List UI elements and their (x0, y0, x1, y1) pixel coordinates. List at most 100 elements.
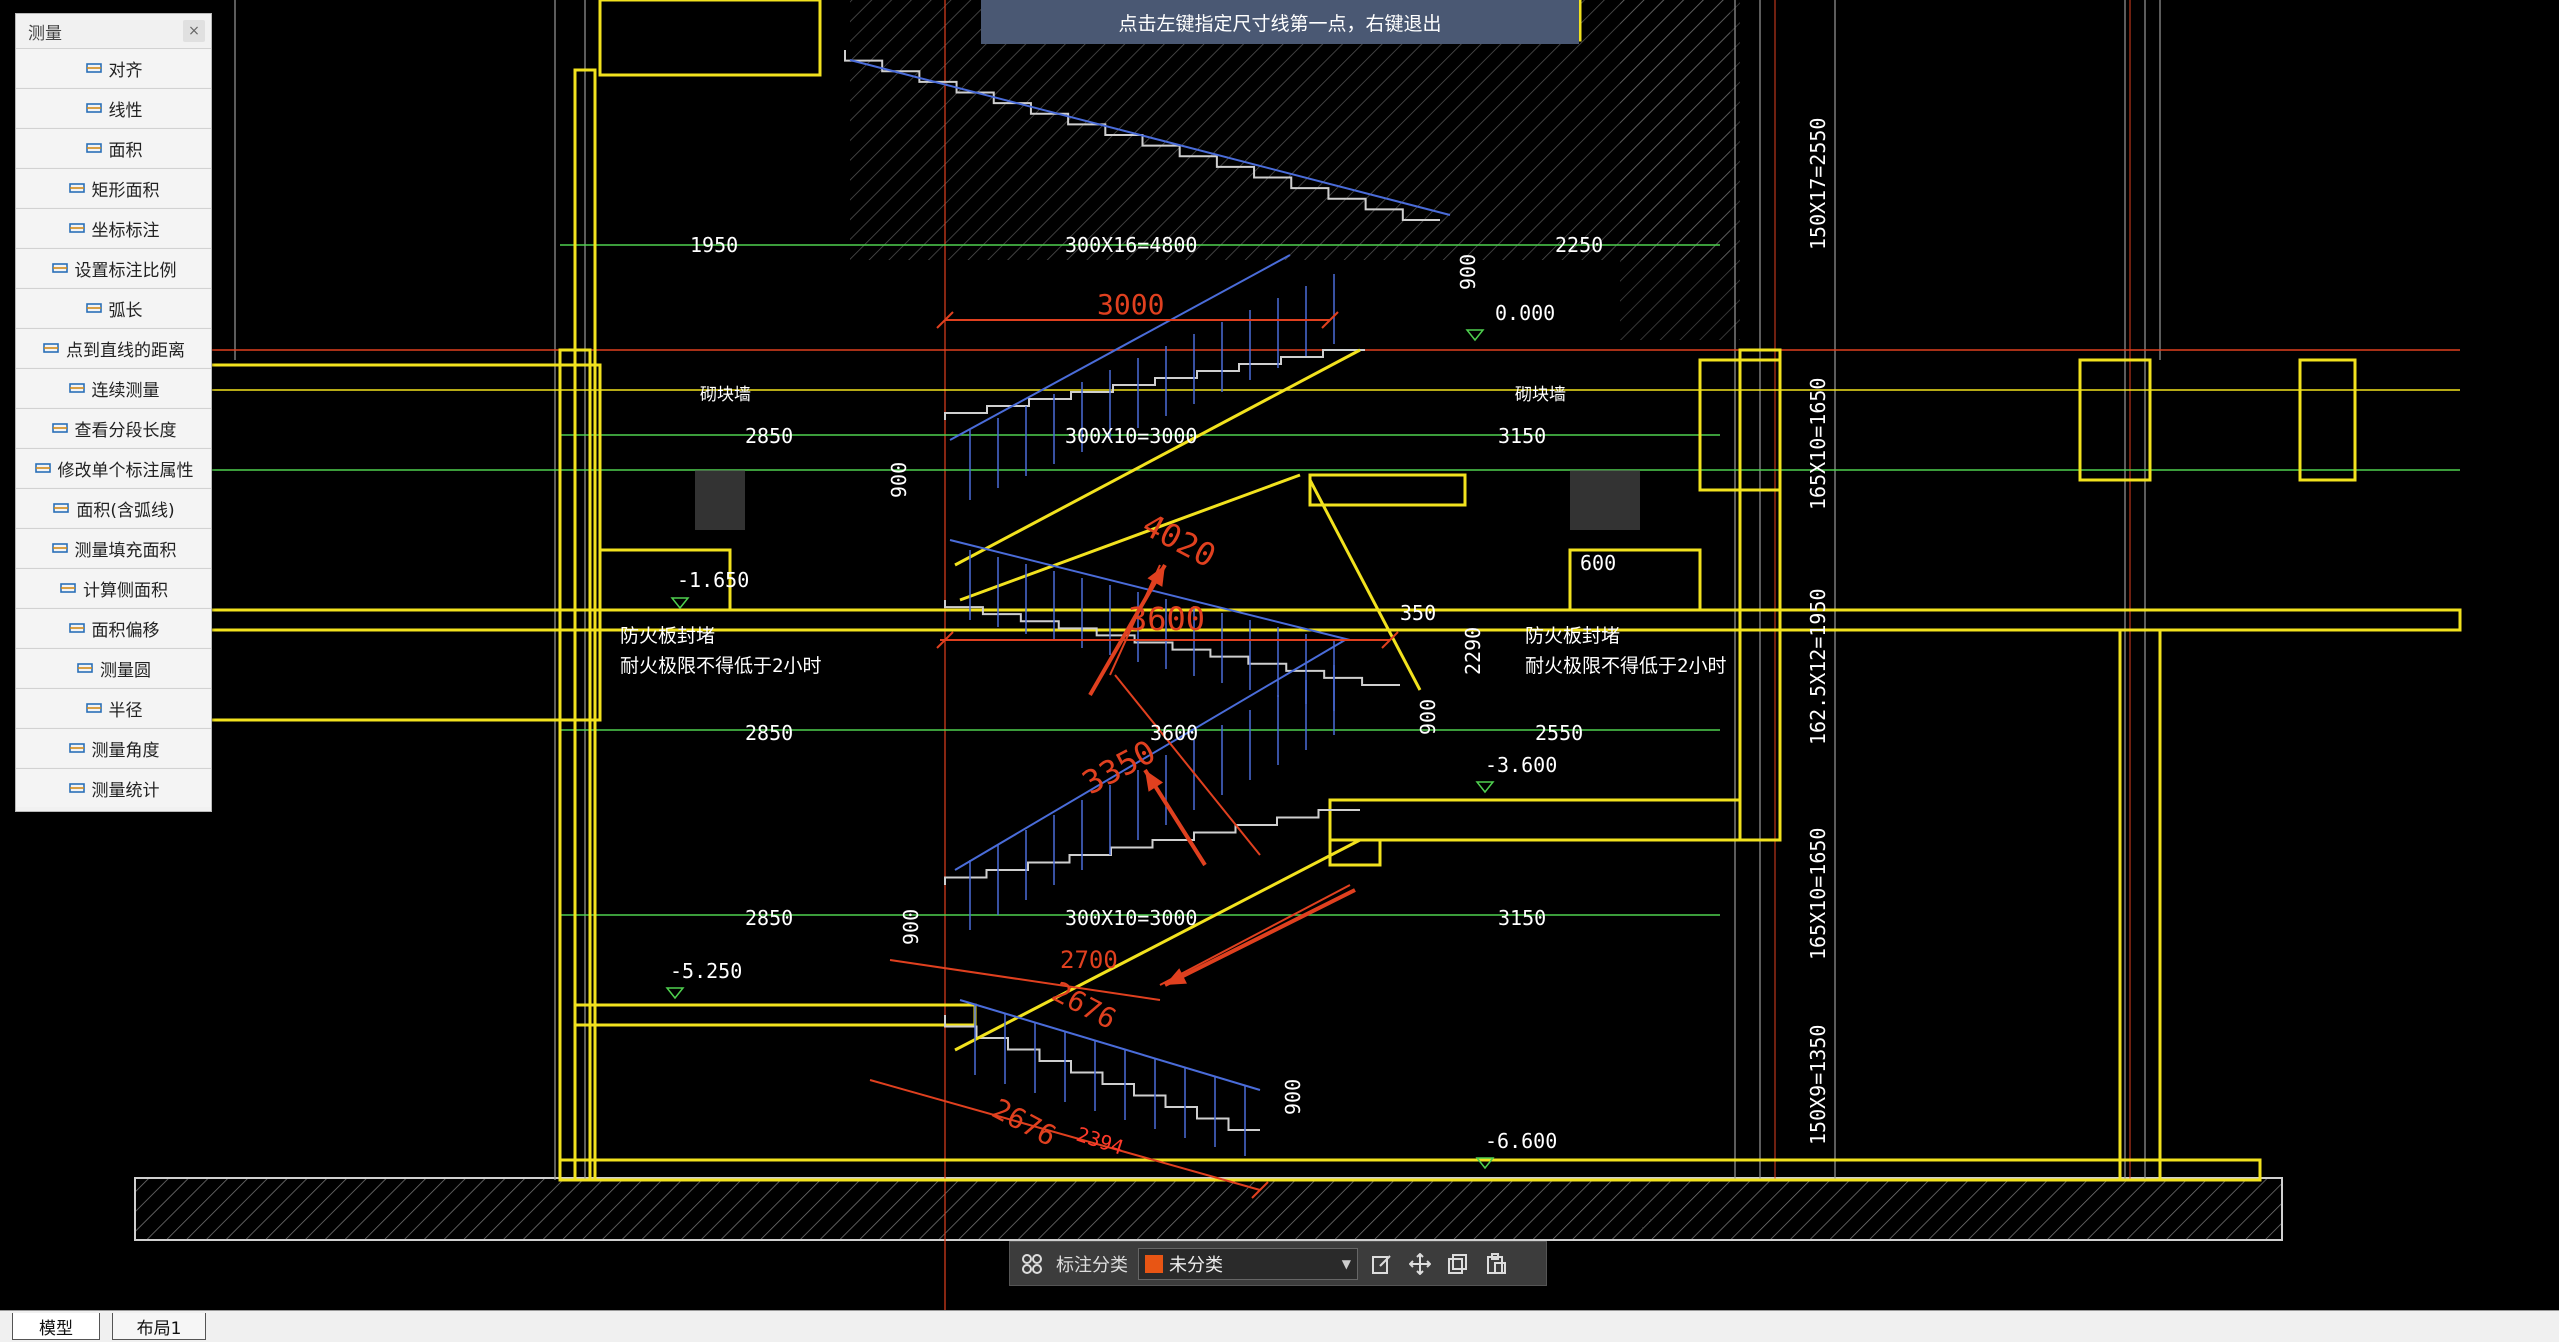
tool-area[interactable]: 面积 (16, 128, 211, 167)
wall-outline (573, 1003, 977, 1027)
dim-text: 2850 (745, 721, 793, 745)
vertical-dim: 150X17=2550 (1806, 118, 1830, 250)
block-wall (695, 470, 745, 530)
annotation-toolbar: 标注分类 未分类 ▼ (1009, 1241, 1547, 1286)
vertical-dim: 162.5X12=1950 (1806, 588, 1830, 745)
side-area-icon (59, 579, 77, 597)
arc-length-icon (85, 299, 103, 317)
tool-scale[interactable]: 设置标注比例 (16, 248, 211, 287)
level-triangle (670, 597, 690, 610)
tool-arc-area[interactable]: 面积(含弧线) (16, 488, 211, 527)
vertical-dim: 165X10=1650 (1806, 828, 1830, 960)
wall-outline (2298, 358, 2357, 482)
measure-dim: 3000 (1097, 288, 1164, 321)
rect-area-icon (68, 179, 86, 197)
dim-text: 300X10=3000 (1065, 906, 1197, 930)
dim-text: 350 (1400, 601, 1436, 625)
dim-text: 300X16=4800 (1065, 233, 1197, 257)
tool-edit-dimension[interactable]: 修改单个标注属性 (16, 448, 211, 487)
wall-outline (2118, 628, 2162, 1182)
circle-measure-icon (76, 659, 94, 677)
foundation-slab (134, 1177, 2283, 1241)
measure-dim: 2676 (987, 1092, 1062, 1153)
stair-slab (954, 838, 1361, 1052)
tool-align-measure[interactable]: 对齐 (16, 48, 211, 87)
tab-layout1[interactable]: 布局1 (112, 1313, 206, 1340)
vertical-dim: 150X9=1350 (1806, 1025, 1830, 1145)
continuous-measure-icon (68, 379, 86, 397)
tool-hatch-area[interactable]: 测量填充面积 (16, 528, 211, 567)
move-icon[interactable] (1406, 1250, 1434, 1278)
note-text: 耐火极限不得低于2小时 (1525, 655, 1726, 677)
point-line-distance-icon (42, 339, 60, 357)
tool-coordinate[interactable]: 坐标标注 (16, 208, 211, 247)
tool-point-line-distance[interactable]: 点到直线的距离 (16, 328, 211, 367)
dim-text: 2850 (745, 424, 793, 448)
tool-label: 点到直线的距离 (66, 340, 185, 361)
tool-label: 矩形面积 (91, 180, 160, 201)
chevron-down-icon: ▼ (1341, 1256, 1351, 1271)
tool-label: 面积 (108, 140, 143, 161)
area-icon (85, 139, 103, 157)
tool-angle[interactable]: 测量角度 (16, 728, 211, 767)
command-prompt: 点击左键指定尺寸线第一点，右键退出 (981, 0, 1579, 44)
tool-area-offset[interactable]: 面积偏移 (16, 608, 211, 647)
dim-text: 2290 (1461, 627, 1485, 675)
edit-icon[interactable] (1368, 1250, 1396, 1278)
dim-text: 900 (887, 462, 911, 498)
wall-outline (1308, 473, 1467, 507)
note-text: 耐火极限不得低于2小时 (620, 655, 821, 677)
wall-outline (598, 0, 822, 77)
tool-statistics[interactable]: 测量统计 (16, 768, 211, 807)
measure-dim: 4020 (1136, 506, 1222, 576)
dim-text: 300X10=3000 (1065, 424, 1197, 448)
tool-label: 对齐 (108, 60, 143, 81)
handrail (949, 254, 1291, 441)
dim-text: 3150 (1498, 906, 1546, 930)
tool-circle-measure[interactable]: 测量圆 (16, 648, 211, 687)
tool-label: 测量角度 (91, 740, 160, 761)
panel-header: 测量 × (16, 14, 211, 48)
dim-text: 3600 (1150, 721, 1198, 745)
tool-label: 测量填充面积 (74, 540, 177, 561)
cad-drawing-canvas[interactable]: 1950 300X16=4800 2250 900 2850 300X10=30… (0, 0, 2559, 1310)
level-mark: -1.650 (677, 568, 749, 592)
tool-label: 修改单个标注属性 (57, 460, 194, 481)
stair-slab (1308, 479, 1422, 691)
level-mark: -5.250 (670, 959, 742, 983)
tool-label: 坐标标注 (91, 220, 160, 241)
level-mark: -3.600 (1485, 753, 1557, 777)
upper-hatch (1620, 0, 1740, 340)
edit-dimension-icon (34, 459, 52, 477)
tab-model[interactable]: 模型 (12, 1313, 100, 1340)
dim-text: 900 (899, 909, 923, 945)
dim-text: 600 (1580, 551, 1616, 575)
tool-label: 线性 (108, 100, 143, 121)
paste-icon[interactable] (1482, 1250, 1510, 1278)
note-text: 砌块墙 (700, 385, 751, 405)
tool-label: 测量圆 (100, 660, 151, 681)
tool-rect-area[interactable]: 矩形面积 (16, 168, 211, 207)
close-icon[interactable]: × (183, 20, 205, 42)
tool-label: 设置标注比例 (74, 260, 177, 281)
tool-continuous-measure[interactable]: 连续测量 (16, 368, 211, 407)
tool-label: 查看分段长度 (74, 420, 177, 441)
tool-linear-measure[interactable]: 线性 (16, 88, 211, 127)
category-select[interactable]: 未分类 ▼ (1138, 1247, 1358, 1280)
measure-panel: 测量 × 对齐线性面积矩形面积坐标标注设置标注比例弧长点到直线的距离连续测量查看… (15, 13, 212, 812)
area-offset-icon (68, 619, 86, 637)
level-triangle (1475, 781, 1495, 794)
tool-radius[interactable]: 半径 (16, 688, 211, 727)
grid-icon[interactable] (1018, 1250, 1046, 1278)
vertical-dim: 165X10=1650 (1806, 378, 1830, 510)
tool-arc-length[interactable]: 弧长 (16, 288, 211, 327)
tool-segment-length[interactable]: 查看分段长度 (16, 408, 211, 447)
level-triangle (1465, 329, 1485, 342)
copy-icon[interactable] (1444, 1250, 1472, 1278)
radius-icon (85, 699, 103, 717)
dim-text: 900 (1456, 254, 1480, 290)
tool-side-area[interactable]: 计算侧面积 (16, 568, 211, 607)
note-text: 防火板封堵 (1525, 625, 1620, 647)
dim-text: 2394 (1073, 1122, 1126, 1160)
linear-measure-icon (85, 99, 103, 117)
